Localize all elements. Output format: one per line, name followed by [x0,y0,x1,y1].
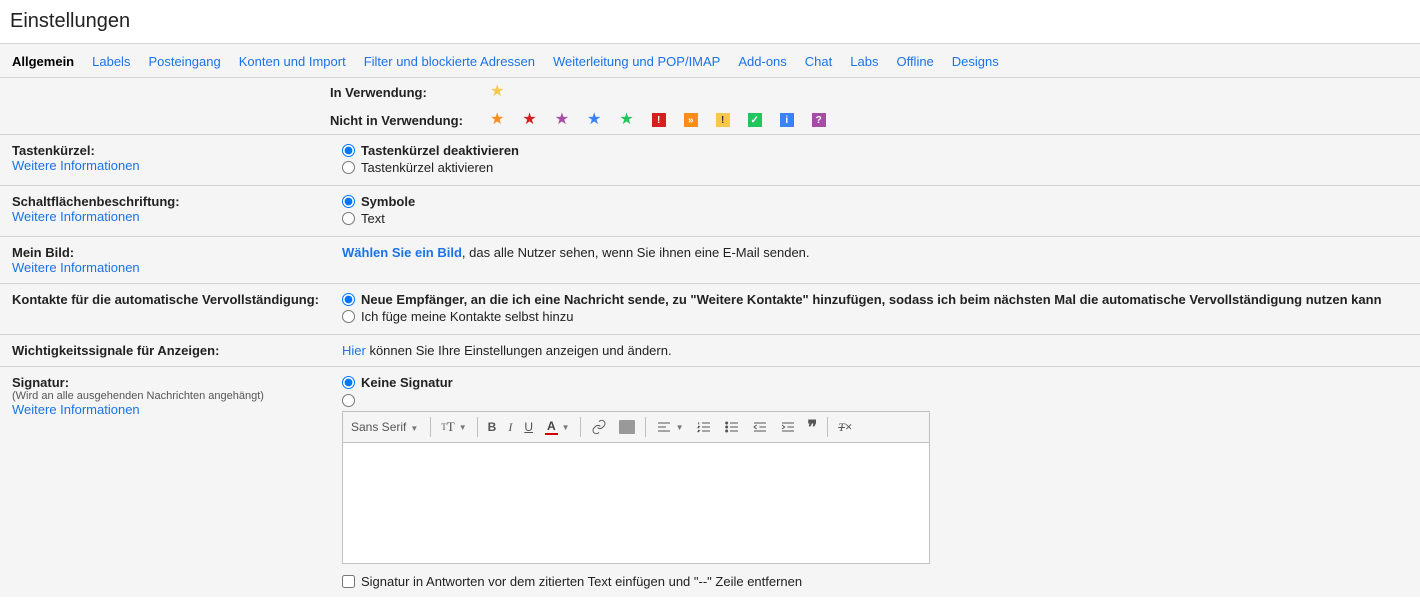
bold-button[interactable]: B [482,412,503,442]
picture-section: Mein Bild: Weitere Informationen Wählen … [0,236,1420,283]
align-button[interactable]: ▼ [650,412,690,442]
signature-textarea[interactable] [343,443,929,563]
tab-labels[interactable]: Labels [92,54,130,69]
button-labels-text-label: Text [361,211,385,226]
star-orange-icon[interactable]: ★ [490,112,504,128]
page-title: Einstellungen [0,0,1420,44]
picture-learn-more-link[interactable]: Weitere Informationen [12,260,140,275]
link-icon [591,419,607,435]
button-labels-icons-label: Symbole [361,194,415,209]
button-labels-icons-radio[interactable] [342,195,355,208]
picture-choose-link[interactable]: Wählen Sie ein Bild [342,245,462,260]
signature-title: Signatur: [12,375,69,390]
indent-less-icon [752,419,768,435]
importance-title: Wichtigkeitssignale für Anzeigen: [12,343,219,358]
square-blue-info-icon[interactable]: i [780,113,794,127]
tab-weiterleitung[interactable]: Weiterleitung und POP/IMAP [553,54,720,69]
importance-link[interactable]: Hier [342,343,366,358]
picture-title: Mein Bild: [12,245,74,260]
signature-editor: Sans Serif▼ TT▼ B I U A▼ ▼ [342,411,930,564]
square-red-bang-icon[interactable]: ! [652,113,666,127]
editor-toolbar: Sans Serif▼ TT▼ B I U A▼ ▼ [343,412,929,443]
star-green-icon[interactable]: ★ [619,112,633,128]
square-green-check-icon[interactable]: ✓ [748,113,762,127]
button-labels-learn-more-link[interactable]: Weitere Informationen [12,209,140,224]
remove-formatting-button[interactable]: T✕ [832,412,858,442]
button-labels-section: Schaltflächenbeschriftung: Weitere Infor… [0,185,1420,236]
star-purple-icon[interactable]: ★ [555,112,569,128]
align-icon [656,419,672,435]
font-family-button[interactable]: Sans Serif▼ [343,420,426,434]
shortcuts-off-label: Tastenkürzel deaktivieren [361,143,519,158]
tab-allgemein[interactable]: Allgemein [12,54,74,69]
button-labels-text-radio[interactable] [342,212,355,225]
shortcuts-on-label: Tastenkürzel aktivieren [361,160,493,175]
link-button[interactable] [585,412,613,442]
text-color-button[interactable]: A▼ [539,412,576,442]
tab-filter[interactable]: Filter und blockierte Adressen [364,54,535,69]
picture-description: , das alle Nutzer sehen, wenn Sie ihnen … [462,245,810,260]
tab-addons[interactable]: Add-ons [738,54,786,69]
star-blue-icon[interactable]: ★ [587,112,601,128]
signature-custom-radio[interactable] [342,394,355,407]
square-orange-arrows-icon[interactable]: » [684,113,698,127]
quote-button[interactable]: ❞ [802,412,824,442]
indent-less-button[interactable] [746,412,774,442]
numbered-list-button[interactable] [690,412,718,442]
underline-button[interactable]: U [518,412,539,442]
importance-section: Wichtigkeitssignale für Anzeigen: Hier k… [0,334,1420,366]
indent-more-icon [780,419,796,435]
signature-sublabel: (Wird an alle ausgehenden Nachrichten an… [12,390,342,402]
button-labels-title: Schaltflächenbeschriftung: [12,194,180,209]
signature-learn-more-link[interactable]: Weitere Informationen [12,402,140,417]
signature-section: Signatur: (Wird an alle ausgehenden Nach… [0,366,1420,597]
shortcuts-section: Tastenkürzel: Weitere Informationen Tast… [0,134,1420,185]
italic-button[interactable]: I [502,412,518,442]
signature-none-radio[interactable] [342,376,355,389]
shortcuts-title: Tastenkürzel: [12,143,95,158]
tab-chat[interactable]: Chat [805,54,832,69]
stars-in-use-label: In Verwendung: [330,85,490,100]
tab-offline[interactable]: Offline [896,54,933,69]
tab-designs[interactable]: Designs [952,54,999,69]
bullet-list-icon [724,419,740,435]
settings-tabs: Allgemein Labels Posteingang Konten und … [0,44,1420,78]
contacts-manual-label: Ich füge meine Kontakte selbst hinzu [361,309,573,324]
signature-insert-before-quote-label: Signatur in Antworten vor dem zitierten … [361,574,802,589]
contacts-auto-label: Neue Empfänger, an die ich eine Nachrich… [361,292,1382,307]
star-yellow-icon[interactable]: ★ [490,84,504,100]
signature-insert-before-quote-checkbox[interactable] [342,575,355,588]
shortcuts-off-radio[interactable] [342,144,355,157]
contacts-title: Kontakte für die automatische Vervollstä… [12,292,319,307]
contacts-section: Kontakte für die automatische Vervollstä… [0,283,1420,334]
bullet-list-button[interactable] [718,412,746,442]
image-icon [619,420,635,434]
shortcuts-learn-more-link[interactable]: Weitere Informationen [12,158,140,173]
font-size-button[interactable]: TT▼ [435,412,472,442]
signature-none-label: Keine Signatur [361,375,453,390]
tab-konten[interactable]: Konten und Import [239,54,346,69]
square-purple-question-icon[interactable]: ? [812,113,826,127]
image-button[interactable] [613,412,641,442]
tab-posteingang[interactable]: Posteingang [148,54,220,69]
contacts-manual-radio[interactable] [342,310,355,323]
shortcuts-on-radio[interactable] [342,161,355,174]
contacts-auto-radio[interactable] [342,293,355,306]
star-red-icon[interactable]: ★ [522,112,536,128]
square-yellow-bang-icon[interactable]: ! [716,113,730,127]
tab-labs[interactable]: Labs [850,54,878,69]
indent-more-button[interactable] [774,412,802,442]
stars-not-in-use-label: Nicht in Verwendung: [330,113,490,128]
stars-section: In Verwendung: ★ Nicht in Verwendung: ★ … [0,78,1420,134]
importance-rest: können Sie Ihre Einstellungen anzeigen u… [366,343,672,358]
numbered-list-icon [696,419,712,435]
